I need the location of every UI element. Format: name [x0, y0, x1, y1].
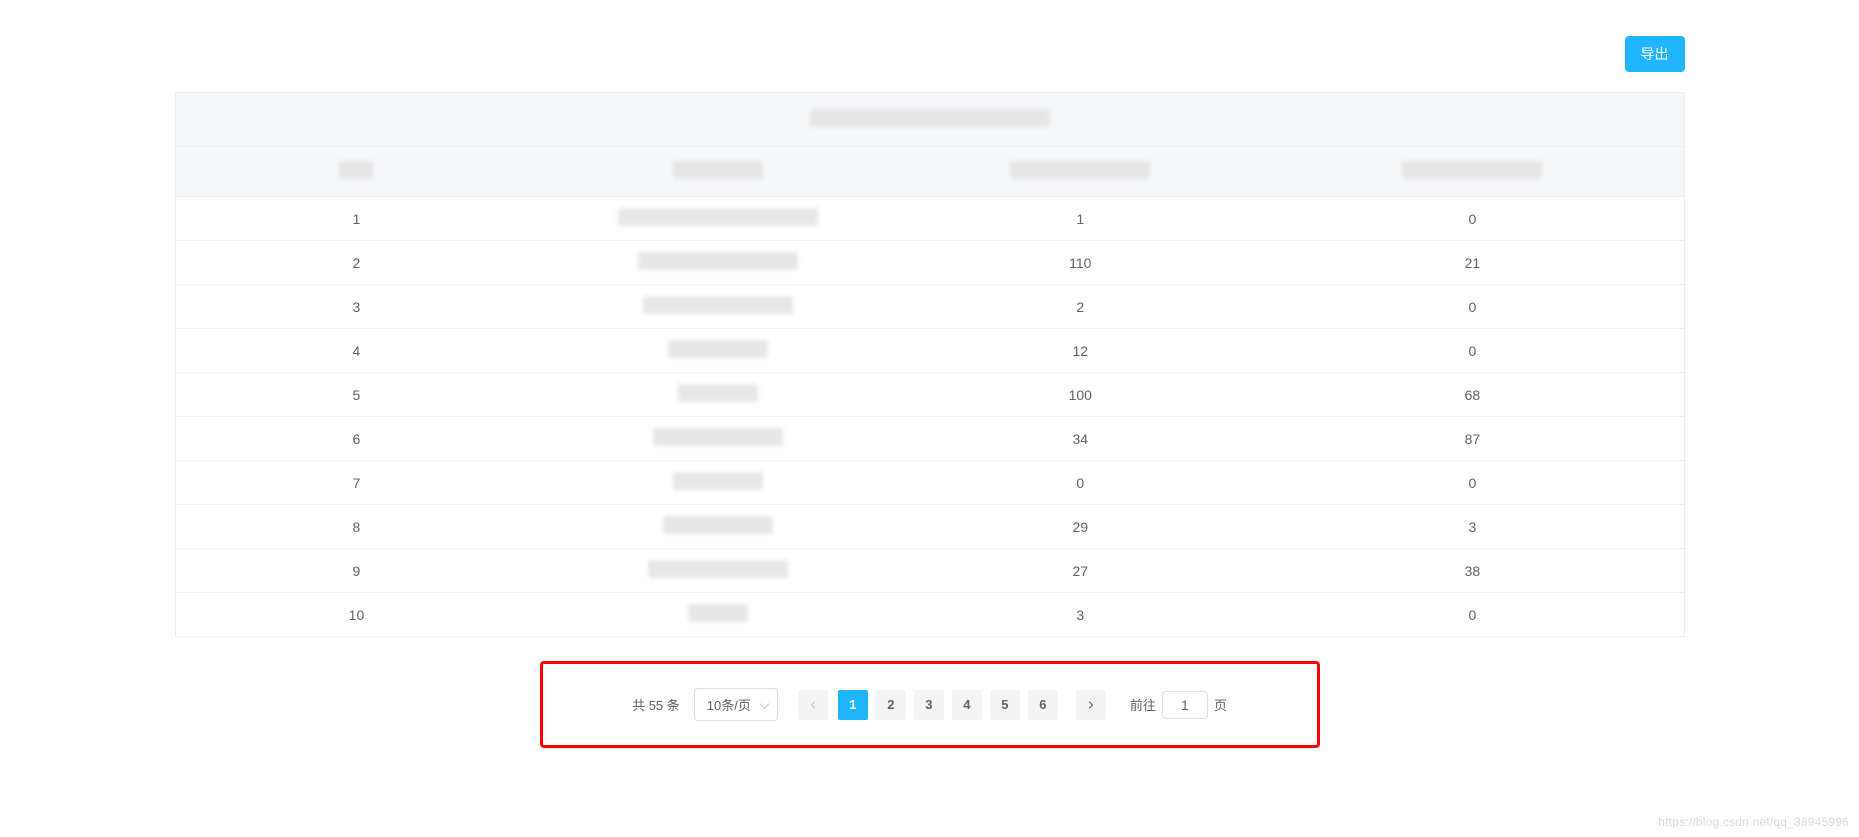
table-cell — [537, 461, 899, 505]
table-row: 4 120 — [176, 329, 1684, 373]
table-cell: 100 — [899, 373, 1261, 417]
table-cell: 2 — [176, 241, 538, 285]
table-cell — [537, 505, 899, 549]
table-header-row — [176, 147, 1684, 197]
redacted-text — [653, 428, 783, 446]
table-cell: 110 — [899, 241, 1261, 285]
table-cell — [537, 373, 899, 417]
table-title — [176, 93, 1684, 147]
table-cell — [537, 417, 899, 461]
redacted-text — [810, 109, 1050, 127]
pagination-total: 共 55 条 — [632, 695, 680, 714]
redacted-text — [638, 252, 798, 270]
page-number-button[interactable]: 4 — [952, 690, 982, 720]
jump-prefix-label: 前往 — [1130, 695, 1156, 714]
redacted-text — [648, 560, 788, 578]
toolbar: 导出 — [175, 8, 1685, 92]
table-header-cell — [899, 147, 1261, 197]
page-number-button[interactable]: 5 — [990, 690, 1020, 720]
table-cell: 0 — [1261, 461, 1683, 505]
table-cell: 87 — [1261, 417, 1683, 461]
page-number-button[interactable]: 1 — [838, 690, 868, 720]
redacted-text — [643, 296, 793, 314]
table-cell: 0 — [1261, 197, 1683, 241]
table-cell: 4 — [176, 329, 538, 373]
table-cell: 5 — [176, 373, 538, 417]
table-cell: 3 — [1261, 505, 1683, 549]
table-cell: 0 — [899, 461, 1261, 505]
redacted-text — [673, 472, 763, 490]
table-row: 5 10068 — [176, 373, 1684, 417]
prev-page-button[interactable] — [798, 690, 828, 720]
redacted-text — [688, 604, 748, 622]
table-cell: 0 — [1261, 593, 1683, 637]
redacted-text — [673, 161, 763, 179]
table-cell: 7 — [176, 461, 538, 505]
jump-page-input[interactable] — [1162, 691, 1208, 719]
redacted-text — [339, 161, 373, 179]
table-cell: 38 — [1261, 549, 1683, 593]
next-page-button[interactable] — [1076, 690, 1106, 720]
table-cell: 3 — [176, 285, 538, 329]
table-cell: 8 — [176, 505, 538, 549]
watermark-text: https://blog.csdn.net/qq_38945996 — [1658, 815, 1849, 829]
page-number-button[interactable]: 6 — [1028, 690, 1058, 720]
table-cell: 9 — [176, 549, 538, 593]
table-cell: 29 — [899, 505, 1261, 549]
table-cell: 12 — [899, 329, 1261, 373]
table-cell: 34 — [899, 417, 1261, 461]
table-cell — [537, 197, 899, 241]
table-row: 6 3487 — [176, 417, 1684, 461]
table-row: 10 30 — [176, 593, 1684, 637]
table-cell — [537, 329, 899, 373]
redacted-text — [663, 516, 773, 534]
table-header-cell — [1261, 147, 1683, 197]
export-button[interactable]: 导出 — [1625, 36, 1685, 72]
table-row: 110 — [176, 197, 1684, 241]
table-row: 8 293 — [176, 505, 1684, 549]
pagination: 共 55 条 10条/页 123456 前往 页 — [540, 661, 1320, 748]
table-cell: 1 — [899, 197, 1261, 241]
table-cell — [537, 241, 899, 285]
table-cell: 0 — [1261, 329, 1683, 373]
table-cell — [537, 593, 899, 637]
redacted-text — [618, 208, 818, 226]
redacted-text — [678, 384, 758, 402]
redacted-text — [668, 340, 768, 358]
table-cell: 27 — [899, 549, 1261, 593]
redacted-text — [1010, 161, 1150, 179]
table-cell: 68 — [1261, 373, 1683, 417]
table-header-cell — [537, 147, 899, 197]
page-size-select[interactable]: 10条/页 — [694, 688, 778, 721]
table-cell: 3 — [899, 593, 1261, 637]
table-cell — [537, 285, 899, 329]
table-row: 2 11021 — [176, 241, 1684, 285]
table-row: 7 00 — [176, 461, 1684, 505]
chevron-right-icon — [1085, 699, 1097, 711]
table-cell: 21 — [1261, 241, 1683, 285]
redacted-text — [1402, 161, 1542, 179]
table-row: 9 2738 — [176, 549, 1684, 593]
table-cell: 10 — [176, 593, 538, 637]
table-row: 3 20 — [176, 285, 1684, 329]
page-number-button[interactable]: 3 — [914, 690, 944, 720]
data-table: 1102110213204120510068634877008293927381… — [175, 92, 1685, 637]
page-number-button[interactable]: 2 — [876, 690, 906, 720]
table-cell: 1 — [176, 197, 538, 241]
jump-suffix-label: 页 — [1214, 695, 1227, 714]
table-cell — [537, 549, 899, 593]
chevron-left-icon — [807, 699, 819, 711]
table-cell: 2 — [899, 285, 1261, 329]
table-cell: 6 — [176, 417, 538, 461]
table-header-cell — [176, 147, 538, 197]
table-cell: 0 — [1261, 285, 1683, 329]
